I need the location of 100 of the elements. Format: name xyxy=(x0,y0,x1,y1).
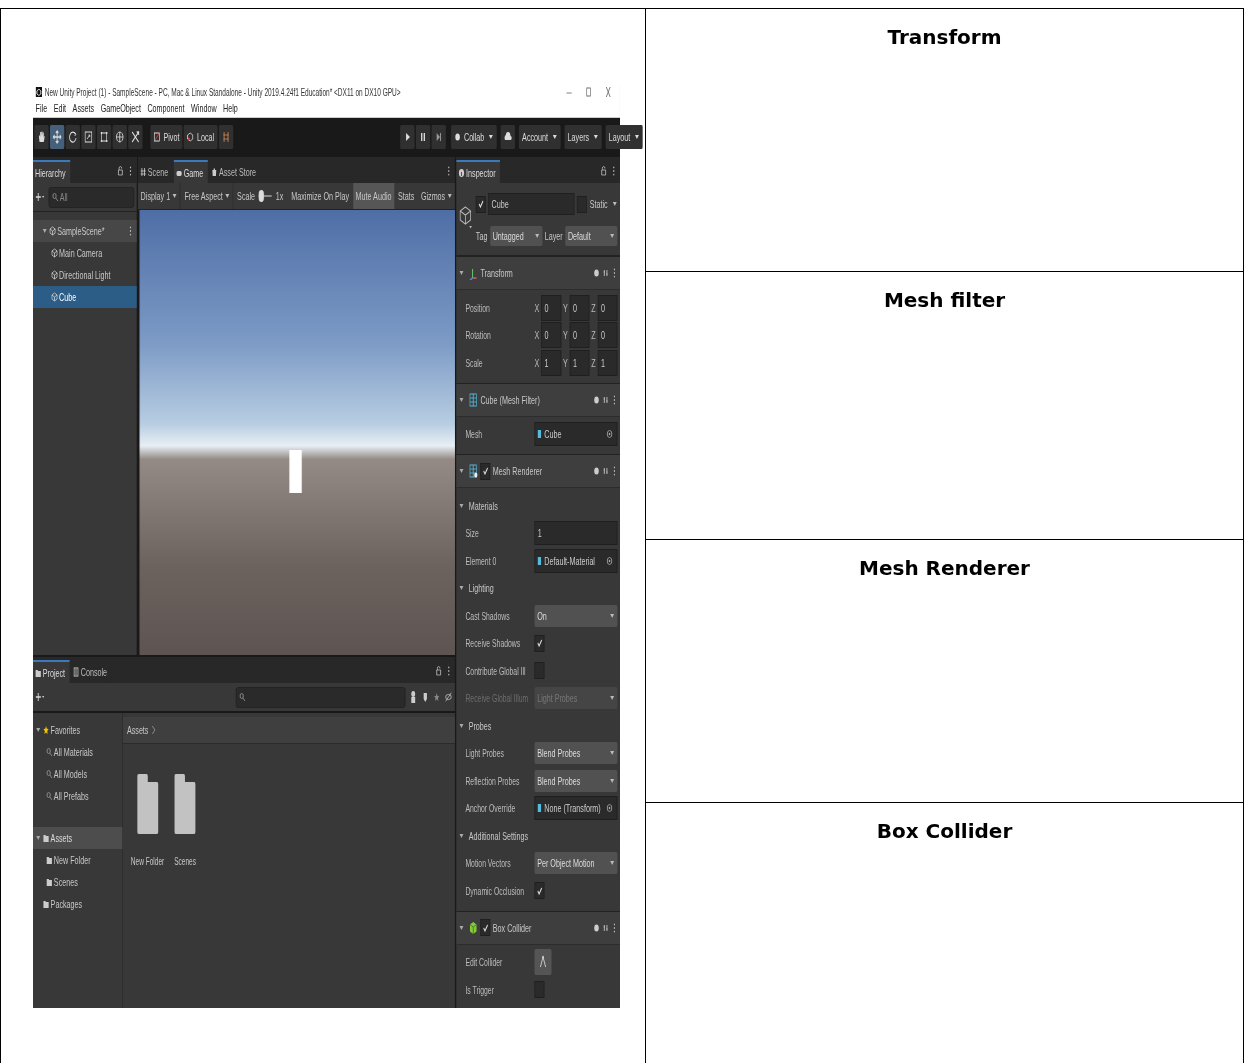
number-field[interactable]: 1 xyxy=(541,349,561,376)
search-field[interactable] xyxy=(235,686,406,708)
dropdown[interactable]: Blend Probes xyxy=(534,742,618,765)
component-header[interactable]: Mesh Renderer xyxy=(456,454,620,488)
aspect-dropdown[interactable]: Free Aspect xyxy=(181,183,234,209)
panel-tab[interactable]: Project xyxy=(33,660,70,683)
tool-button[interactable] xyxy=(96,125,112,150)
caret-icon[interactable] xyxy=(458,501,465,510)
folder-label[interactable]: Scenes xyxy=(174,856,196,867)
number-field[interactable]: 0 xyxy=(597,322,618,349)
more-icon[interactable] xyxy=(128,225,133,237)
account-button[interactable]: Account xyxy=(518,125,561,150)
target-icon[interactable] xyxy=(606,803,613,814)
project-tree-item[interactable]: All Materials xyxy=(33,741,123,763)
caret-icon[interactable] xyxy=(42,227,48,235)
name-field[interactable]: Cube xyxy=(488,193,575,215)
dropdown[interactable]: On xyxy=(534,604,618,627)
tool-button[interactable] xyxy=(112,125,127,150)
project-tree-item[interactable]: Assets xyxy=(33,827,123,849)
checkbox[interactable] xyxy=(534,634,545,652)
caret-icon[interactable] xyxy=(458,269,465,277)
grid-snap-button[interactable] xyxy=(218,125,234,150)
number-field[interactable]: 0 xyxy=(597,294,618,321)
menu-item[interactable]: Window xyxy=(191,102,217,115)
section-header[interactable]: Probes xyxy=(456,712,620,740)
help-icon[interactable] xyxy=(593,394,600,405)
tag-icon[interactable] xyxy=(421,690,429,704)
more-icon[interactable] xyxy=(612,267,617,279)
hierarchy-tab[interactable]: Hierarchy xyxy=(33,160,71,183)
pivot-button[interactable]: Pivot xyxy=(150,125,183,150)
toggle-button[interactable]: Stats xyxy=(395,183,417,209)
component-header[interactable]: Box Collider xyxy=(456,910,620,945)
object-field[interactable]: Cube xyxy=(534,422,618,447)
checkbox[interactable] xyxy=(534,882,545,900)
number-field[interactable]: 0 xyxy=(541,322,561,349)
help-icon[interactable] xyxy=(593,466,600,476)
pause-button[interactable] xyxy=(415,125,431,150)
more-icon[interactable] xyxy=(447,665,451,677)
layout-button[interactable]: Layout xyxy=(605,125,643,150)
tool-button[interactable] xyxy=(49,125,65,150)
help-icon[interactable] xyxy=(593,922,600,933)
number-field[interactable]: 1 xyxy=(569,349,590,376)
hierarchy-item[interactable]: Main Camera xyxy=(33,242,137,264)
menu-item[interactable]: GameObject xyxy=(100,102,141,115)
step-button[interactable] xyxy=(431,125,446,150)
static-checkbox[interactable] xyxy=(577,195,588,213)
menu-item[interactable]: Assets xyxy=(72,102,95,115)
caret-icon[interactable] xyxy=(35,726,41,734)
target-icon[interactable] xyxy=(606,429,613,440)
number-field[interactable]: 1 xyxy=(597,349,618,376)
component-header[interactable]: Transform xyxy=(456,256,620,290)
search-field[interactable]: All xyxy=(48,186,135,208)
project-tree-item[interactable]: New Folder xyxy=(33,849,123,871)
enabled-checkbox[interactable] xyxy=(480,919,491,936)
tag-dropdown[interactable]: Untagged xyxy=(490,226,543,246)
target-icon[interactable] xyxy=(606,555,613,566)
project-tree-item[interactable]: Scenes xyxy=(33,871,123,893)
layer-dropdown[interactable]: Default xyxy=(565,226,618,246)
menu-item[interactable]: Edit xyxy=(53,102,67,115)
section-header[interactable]: Lighting xyxy=(456,574,620,602)
more-icon[interactable] xyxy=(612,165,616,177)
menu-item[interactable]: Help xyxy=(223,102,238,115)
number-field[interactable]: 0 xyxy=(569,322,590,349)
slider-thumb[interactable] xyxy=(259,190,265,202)
gizmos-button[interactable]: Gizmos xyxy=(418,183,455,209)
more-icon[interactable] xyxy=(447,165,451,177)
object-field[interactable]: None (Transform) xyxy=(534,796,618,821)
view-tab[interactable]: Game xyxy=(174,160,208,183)
more-icon[interactable] xyxy=(612,393,617,406)
caret-icon[interactable] xyxy=(35,834,41,842)
enabled-checkbox[interactable] xyxy=(480,462,491,480)
project-tree-item[interactable]: All Prefabs xyxy=(33,785,123,807)
caret-icon[interactable] xyxy=(458,584,465,593)
cloud-button[interactable] xyxy=(500,125,515,150)
dropdown[interactable]: Per Object Motion xyxy=(534,852,618,875)
scene-row[interactable]: SampleScene* xyxy=(33,220,137,242)
more-icon[interactable] xyxy=(612,921,617,934)
caret-icon[interactable] xyxy=(458,467,465,475)
caret-icon[interactable] xyxy=(458,923,465,932)
tool-button[interactable] xyxy=(81,125,96,150)
number-field[interactable]: 0 xyxy=(569,294,590,321)
more-icon[interactable] xyxy=(612,465,617,477)
more-icon[interactable] xyxy=(128,165,133,177)
display-dropdown[interactable]: Display 1 xyxy=(138,183,181,209)
toggle-button[interactable]: Maximize On Play xyxy=(288,183,352,209)
edit-collider-button[interactable] xyxy=(534,949,552,976)
inspector-tab[interactable]: Inspector xyxy=(456,160,501,183)
checkbox[interactable] xyxy=(534,981,545,999)
component-header[interactable]: Cube (Mesh Filter) xyxy=(456,382,620,417)
filter-type-icon[interactable] xyxy=(409,690,418,704)
caret-icon[interactable] xyxy=(458,721,465,730)
number-field[interactable]: 1 xyxy=(534,521,618,546)
help-icon[interactable] xyxy=(593,268,600,278)
project-tree-item[interactable]: Packages xyxy=(33,893,123,915)
project-tree-item[interactable]: All Models xyxy=(33,763,123,785)
section-header[interactable]: Materials xyxy=(456,492,620,520)
hierarchy-item[interactable]: Directional Light xyxy=(33,264,137,286)
object-field[interactable]: Default-Material xyxy=(534,548,618,573)
toggle-button[interactable]: Mute Audio xyxy=(352,183,395,209)
checkbox[interactable] xyxy=(534,662,545,680)
